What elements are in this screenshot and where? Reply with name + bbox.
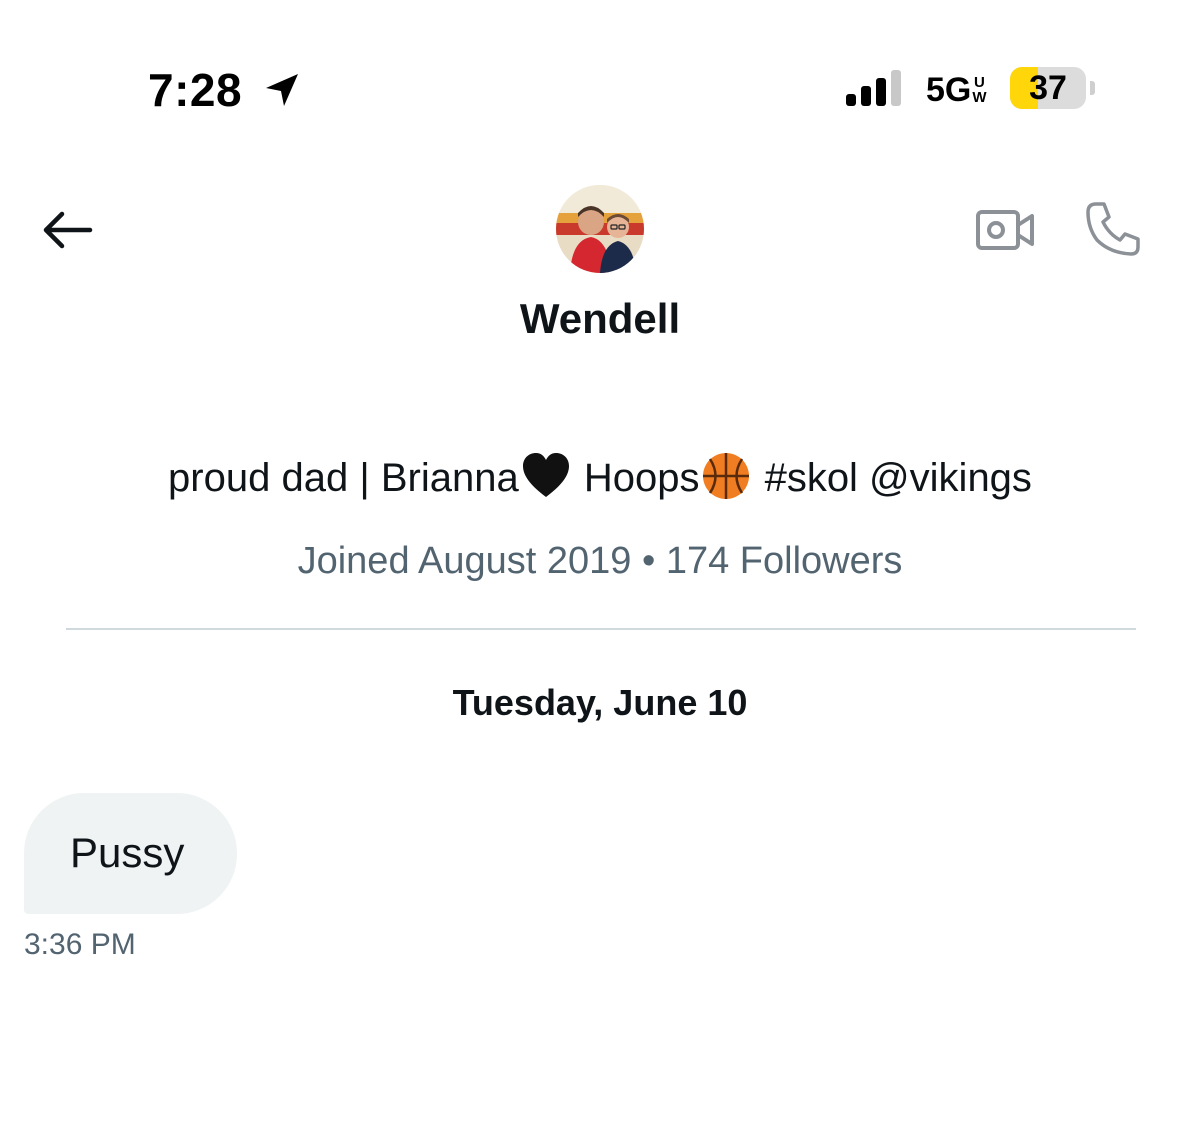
network-sub-label: U W [972,75,986,105]
bio-text-3: #skol @vikings [753,456,1032,500]
bio-text-2: Hoops [572,456,700,500]
divider [66,628,1136,630]
network-indicator: 5G U W [926,68,987,112]
black-heart-emoji [522,453,569,498]
network-type: 5G [926,71,972,109]
location-arrow-icon [266,74,298,106]
contact-name: Wendell [519,295,681,342]
signal-bars-icon [846,70,901,106]
bio-text-1: proud dad | Brianna [168,456,519,500]
battery-icon: 37 [1010,67,1086,109]
status-time: 7:28 [148,64,243,116]
message-timestamp: 3:36 PM [24,928,136,961]
date-header: Tuesday, June 10 [452,682,748,723]
joined-followers-info: Joined August 2019 • 174 Followers [297,540,903,582]
basketball-emoji [703,453,750,500]
battery-cap [1090,81,1095,95]
network-sub-top: U [974,74,985,91]
message-text: Pussy [70,829,185,876]
video-camera-icon[interactable] [974,206,1036,254]
battery-level: 37 [1029,69,1067,107]
back-arrow-icon[interactable] [38,206,96,254]
phone-icon[interactable] [1082,198,1144,260]
avatar[interactable] [556,185,644,273]
profile-bio: proud dad | Brianna Hoops #skol @vikings [0,452,1200,504]
network-sub-bottom: W [972,89,987,106]
